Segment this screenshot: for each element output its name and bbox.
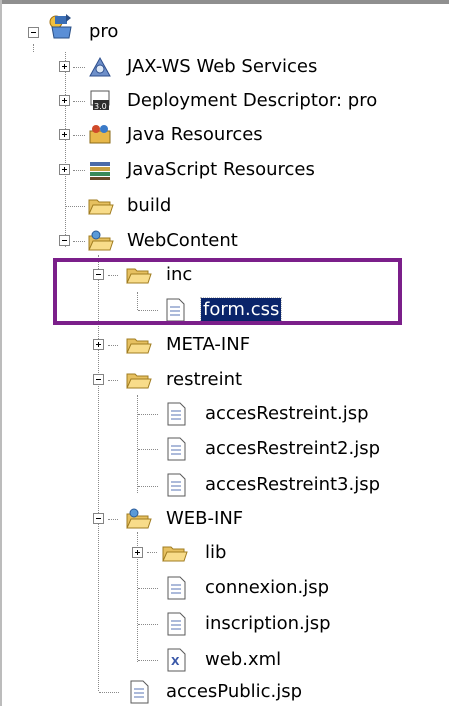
tree-item-inscription-jsp[interactable]: inscription.jsp [0, 609, 449, 639]
tree-item-pro[interactable]: pro [0, 14, 449, 48]
tree-item-label: accesRestreint.jsp [205, 403, 369, 424]
file-icon [127, 680, 151, 704]
tree-item-java-resources[interactable]: Java Resources [0, 120, 449, 150]
web-services-icon [88, 56, 112, 77]
tree-item-label: WebContent [127, 230, 238, 251]
tree-item-label: WEB-INF [166, 508, 244, 529]
tree-item-webcontent[interactable]: WebContent [0, 226, 449, 256]
expand-icon[interactable] [59, 61, 70, 72]
tree-item-label: JavaScript Resources [127, 159, 315, 180]
tree-item-label: accesRestreint3.jsp [205, 474, 381, 495]
tree-item-web-xml[interactable]: X web.xml [0, 645, 449, 675]
collapse-icon[interactable] [28, 27, 39, 38]
tree-item-accesrestreint2-jsp[interactable]: accesRestreint2.jsp [0, 434, 449, 464]
xml-file-icon: X [164, 648, 188, 672]
tree-item-meta-inf[interactable]: META-INF [0, 330, 449, 360]
project-icon [47, 12, 77, 42]
expand-icon[interactable] [59, 129, 70, 140]
expand-icon[interactable] [93, 339, 104, 350]
tree-item-label: inscription.jsp [205, 613, 331, 634]
tree-item-lib[interactable]: lib [0, 538, 449, 568]
folder-icon [88, 196, 114, 216]
tree-item-label: Deployment Descriptor: pro [127, 90, 378, 111]
file-icon [164, 576, 188, 600]
svg-text:X: X [171, 655, 180, 668]
tree-item-label: pro [89, 21, 119, 42]
web-folder-icon [126, 508, 152, 529]
tree-item-label: restreint [166, 369, 243, 390]
web-folder-icon [88, 230, 114, 251]
tree-item-jax-ws-web-services[interactable]: JAX-WS Web Services [0, 52, 449, 82]
tree-item-label: build [127, 195, 172, 216]
tree-item-label: web.xml [205, 649, 282, 670]
tree-item-label: accesPublic.jsp [166, 681, 303, 702]
tree-item-label: connexion.jsp [205, 577, 330, 598]
project-explorer-tree: pro JAX-WS Web Services 3.0 Deployment D… [0, 0, 449, 706]
collapse-icon[interactable] [59, 235, 70, 246]
folder-icon [126, 335, 152, 355]
tree-item-label: accesRestreint2.jsp [205, 438, 381, 459]
tree-item-build[interactable]: build [0, 191, 449, 221]
file-icon [164, 437, 188, 461]
tree-item-accespublic-jsp[interactable]: accesPublic.jsp [0, 677, 449, 707]
file-icon [164, 402, 188, 426]
collapse-icon[interactable] [93, 374, 104, 385]
highlight-box [53, 258, 402, 325]
folder-open-icon [126, 370, 152, 390]
tree-item-deployment-descriptor[interactable]: 3.0 Deployment Descriptor: pro [0, 86, 449, 116]
tree-item-accesrestreint3-jsp[interactable]: accesRestreint3.jsp [0, 470, 449, 500]
folder-icon [162, 543, 188, 563]
file-icon [164, 612, 188, 636]
expand-icon[interactable] [132, 547, 143, 558]
javascript-resources-icon [88, 159, 112, 180]
tree-item-connexion-jsp[interactable]: connexion.jsp [0, 573, 449, 603]
tree-item-web-inf[interactable]: WEB-INF [0, 504, 449, 534]
expand-icon[interactable] [59, 164, 70, 175]
deployment-descriptor-icon: 3.0 [88, 90, 112, 111]
collapse-icon[interactable] [93, 513, 104, 524]
svg-text:3.0: 3.0 [94, 102, 107, 111]
tree-item-accesrestreint-jsp[interactable]: accesRestreint.jsp [0, 399, 449, 429]
tree-item-javascript-resources[interactable]: JavaScript Resources [0, 155, 449, 185]
tree-item-label: META-INF [166, 334, 251, 355]
expand-icon[interactable] [59, 95, 70, 106]
tree-item-label: lib [205, 542, 227, 563]
file-icon [164, 473, 188, 497]
java-resources-icon [88, 123, 112, 144]
tree-item-label: Java Resources [127, 124, 263, 145]
tree-item-label: JAX-WS Web Services [127, 56, 318, 77]
tree-item-restreint[interactable]: restreint [0, 365, 449, 395]
